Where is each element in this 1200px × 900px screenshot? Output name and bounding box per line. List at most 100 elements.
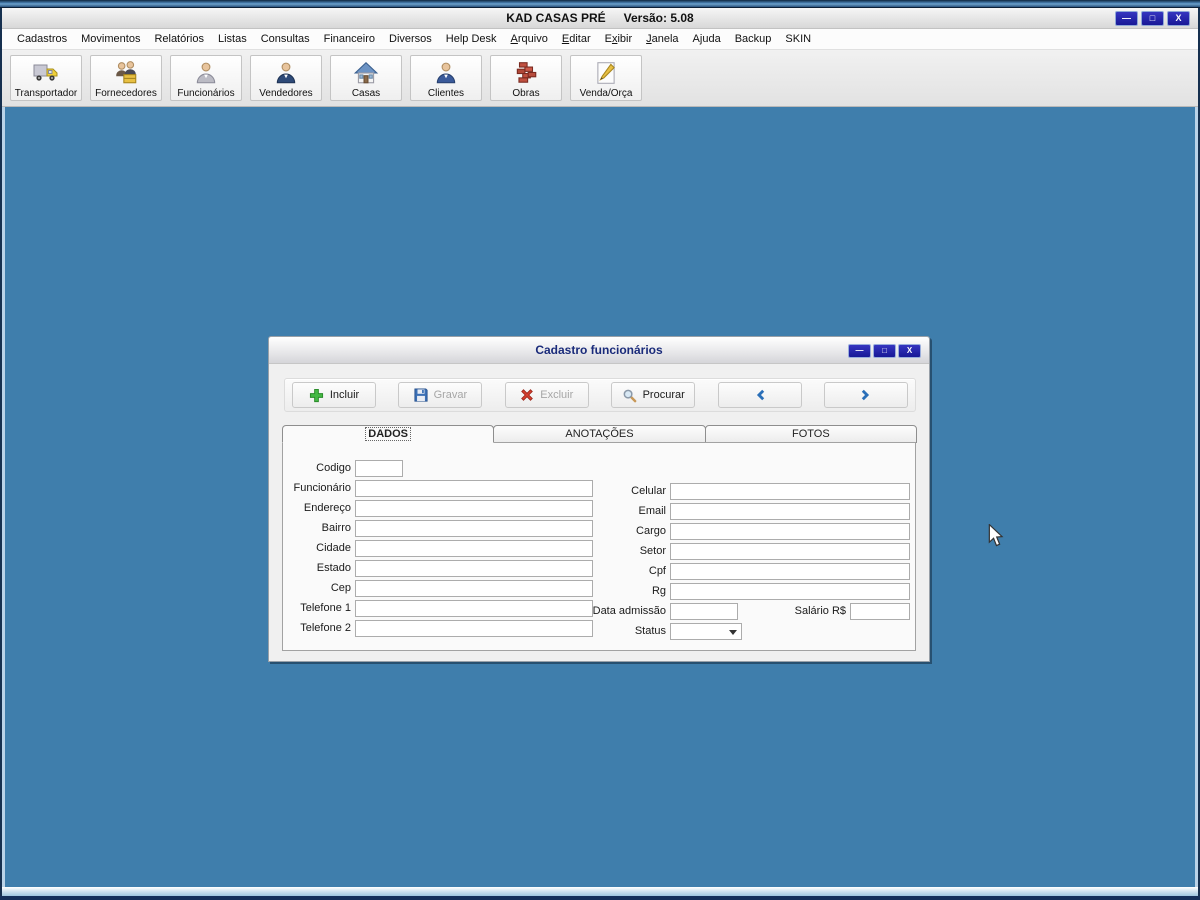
dialog-window-controls: — □ X <box>848 344 921 358</box>
celular-input[interactable] <box>670 482 910 500</box>
house-icon <box>353 58 379 88</box>
close-button[interactable]: X <box>1167 11 1190 26</box>
telefone2-label: Telefone 2 <box>300 622 351 634</box>
maximize-button[interactable]: □ <box>1141 11 1164 26</box>
menu-item-cadastros[interactable]: Cadastros <box>10 31 74 47</box>
telefone2-input[interactable] <box>355 619 593 637</box>
toolbar-button-venda-orca[interactable]: Venda/Orça <box>570 55 642 101</box>
window-frame-bottom <box>0 896 1200 900</box>
toolbar-button-funcionarios[interactable]: Funcionários <box>170 55 242 101</box>
menu-item-ajuda[interactable]: Ajuda <box>686 31 728 47</box>
menu-item-arquivo[interactable]: Arquivo <box>504 31 555 47</box>
status-dropdown[interactable] <box>670 622 742 640</box>
dialog-minimize-button[interactable]: — <box>848 344 871 358</box>
menu-item-help-desk[interactable]: Help Desk <box>439 31 504 47</box>
dialog-title-bar: Cadastro funcionários — □ X <box>269 337 929 364</box>
next-record-button[interactable] <box>823 382 908 408</box>
setor-input[interactable] <box>670 542 910 560</box>
menu-item-financeiro[interactable]: Financeiro <box>317 31 382 47</box>
form-row: Telefone 2 <box>285 618 597 638</box>
chevron-right-icon <box>859 388 873 402</box>
minimize-button[interactable]: — <box>1115 11 1138 26</box>
form-row: Data admissão Salário R$ <box>588 601 910 621</box>
tab-anotacoes[interactable]: ANOTAÇÕES <box>493 425 706 443</box>
data-admissao-label: Data admissão <box>592 605 666 617</box>
cidade-label: Cidade <box>316 542 351 554</box>
cep-input[interactable] <box>355 579 593 597</box>
menu-item-listas[interactable]: Listas <box>211 31 254 47</box>
cpf-input[interactable] <box>670 562 910 580</box>
telefone1-input[interactable] <box>355 599 593 617</box>
cargo-label: Cargo <box>636 525 666 537</box>
toolbar-button-clientes[interactable]: Clientes <box>410 55 482 101</box>
form-row: Codigo <box>285 458 597 478</box>
incluir-button[interactable]: Incluir <box>292 382 376 408</box>
window-top-band <box>0 0 1200 8</box>
salario-input[interactable] <box>850 602 910 620</box>
menu-item-janela[interactable]: Janela <box>639 31 685 47</box>
title-bar: KAD CASAS PRÉ Versão: 5.08 — □ X <box>2 8 1198 29</box>
form-row: Cidade <box>285 538 597 558</box>
plus-icon <box>309 388 324 403</box>
dialog-command-bar: Incluir Gravar Excluir Procurar <box>284 378 916 412</box>
funcionario-input[interactable] <box>355 479 593 497</box>
form-row: Endereço <box>285 498 597 518</box>
salario-label: Salário R$ <box>794 605 846 617</box>
toolbar-button-fornecedores[interactable]: Fornecedores <box>90 55 162 101</box>
tab-fotos[interactable]: FOTOS <box>704 425 917 443</box>
floppy-icon <box>414 388 428 402</box>
window-controls: — □ X <box>1115 11 1190 26</box>
endereco-input[interactable] <box>355 499 593 517</box>
menu-item-diversos[interactable]: Diversos <box>382 31 439 47</box>
cpf-label: Cpf <box>648 565 666 577</box>
form-row: Email <box>588 501 910 521</box>
dialog-close-button[interactable]: X <box>898 344 921 358</box>
toolbar-button-casas[interactable]: Casas <box>330 55 402 101</box>
cep-label: Cep <box>330 582 351 594</box>
gravar-button[interactable]: Gravar <box>398 382 483 408</box>
truck-icon <box>32 58 60 88</box>
suppliers-icon <box>113 58 139 88</box>
data-admissao-input[interactable] <box>670 602 738 620</box>
chevron-down-icon <box>729 629 737 635</box>
excluir-label: Excluir <box>540 389 574 401</box>
menu-item-relatorios[interactable]: Relatórios <box>147 31 211 47</box>
toolbar-label: Transportador <box>14 88 78 99</box>
email-input[interactable] <box>670 502 910 520</box>
form-row: Estado <box>285 558 597 578</box>
codigo-label: Codigo <box>316 462 351 474</box>
rg-input[interactable] <box>670 582 910 600</box>
window-frame-left-inner <box>2 107 5 888</box>
excluir-button[interactable]: Excluir <box>504 382 589 408</box>
cargo-input[interactable] <box>670 522 910 540</box>
menu-item-exibir[interactable]: Exibir <box>598 31 640 47</box>
setor-label: Setor <box>639 545 666 557</box>
client-icon <box>433 58 459 88</box>
form-row: Bairro <box>285 518 597 538</box>
estado-input[interactable] <box>355 559 593 577</box>
salesperson-icon <box>273 58 299 88</box>
previous-record-button[interactable] <box>717 382 802 408</box>
menu-item-movimentos[interactable]: Movimentos <box>74 31 147 47</box>
procurar-button[interactable]: Procurar <box>611 382 696 408</box>
form-row: Setor <box>588 541 910 561</box>
gravar-label: Gravar <box>433 389 468 401</box>
dialog-cadastro-funcionarios: Cadastro funcionários — □ X Incluir Grav… <box>268 336 930 662</box>
tab-dados[interactable]: DADOS <box>282 425 495 443</box>
toolbar-button-obras[interactable]: Obras <box>490 55 562 101</box>
toolbar-label: Clientes <box>427 88 465 99</box>
toolbar-button-transportador[interactable]: Transportador <box>10 55 82 101</box>
toolbar-label: Venda/Orça <box>579 88 633 99</box>
form-row: Celular <box>588 481 910 501</box>
menu-item-consultas[interactable]: Consultas <box>254 31 317 47</box>
form-row: Status <box>588 621 910 641</box>
bairro-input[interactable] <box>355 519 593 537</box>
cidade-input[interactable] <box>355 539 593 557</box>
codigo-input[interactable] <box>355 459 403 477</box>
menu-item-backup[interactable]: Backup <box>728 31 779 47</box>
menu-item-editar[interactable]: Editar <box>555 31 598 47</box>
window-frame-right-inner <box>1195 107 1198 888</box>
toolbar-button-vendedores[interactable]: Vendedores <box>250 55 322 101</box>
dialog-maximize-button[interactable]: □ <box>873 344 896 358</box>
menu-item-skin[interactable]: SKIN <box>778 31 818 47</box>
